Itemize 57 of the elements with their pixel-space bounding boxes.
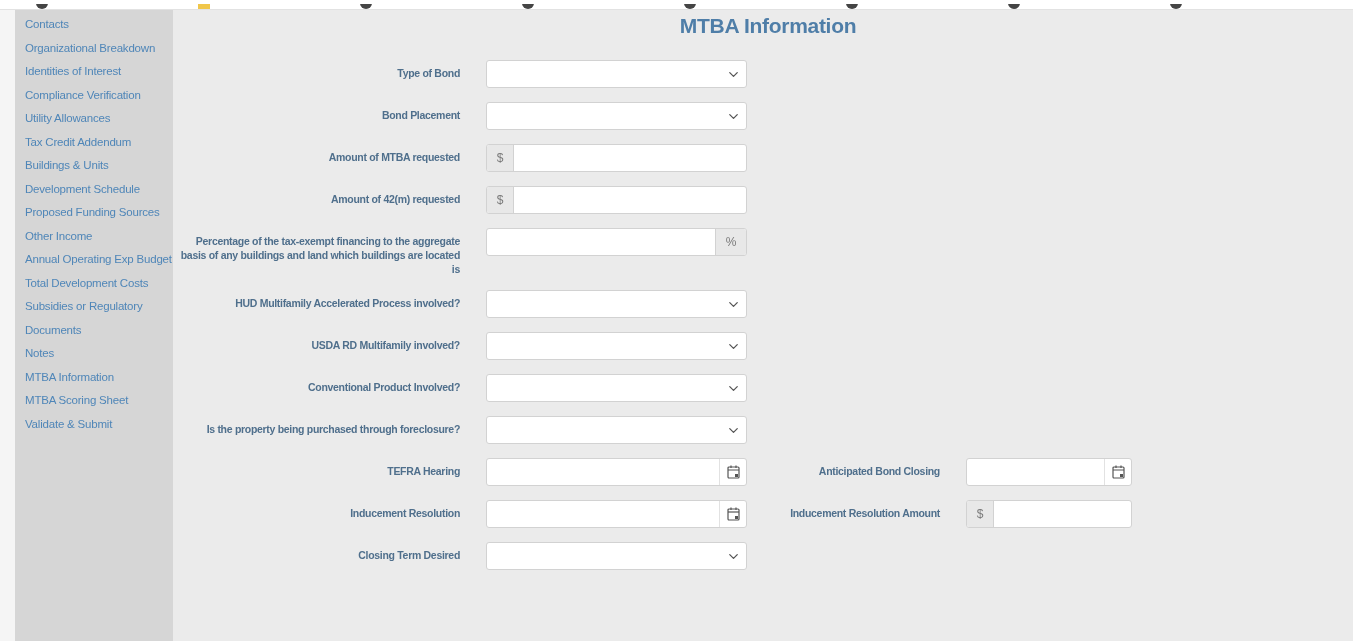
field-label: Amount of 42(m) requested — [330, 192, 460, 206]
calendar-icon — [1111, 465, 1125, 479]
field-label: Type of Bond — [396, 66, 460, 80]
bookmark-icon[interactable] — [1170, 4, 1182, 9]
field-label: Anticipated Bond Closing — [817, 464, 940, 478]
sidebar-link[interactable]: Subsidies or Regulatory — [15, 295, 173, 319]
sidebar-link[interactable]: Validate & Submit — [15, 412, 173, 436]
sidebar-link[interactable]: Contacts — [15, 13, 173, 37]
amount-field[interactable]: $ — [966, 500, 1132, 528]
field-label: Conventional Product Involved? — [307, 380, 460, 394]
bookmark-icon[interactable] — [846, 4, 858, 9]
field-label: TEFRA Hearing — [386, 464, 460, 478]
page-title: MTBA Information — [678, 14, 858, 38]
date-field[interactable] — [486, 458, 747, 486]
sidebar-link[interactable]: Utility Allowances — [15, 107, 173, 131]
sidebar-link[interactable]: Notes — [15, 342, 173, 366]
sidebar-link[interactable]: Tax Credit Addendum — [15, 130, 173, 154]
select-field[interactable] — [486, 332, 747, 360]
sidebar-link[interactable]: Proposed Funding Sources — [15, 201, 173, 225]
field-label: HUD Multifamily Accelerated Process involved? — [234, 296, 460, 310]
bookmark-icon[interactable] — [360, 4, 372, 9]
sidebar-link[interactable]: Annual Operating Exp Budget — [15, 248, 173, 272]
amount-field[interactable]: $ — [486, 186, 747, 214]
select-field[interactable] — [486, 374, 747, 402]
sidebar-link[interactable]: Total Development Costs — [15, 271, 173, 295]
field-label: Amount of MTBA requested — [327, 150, 460, 164]
select-field[interactable] — [486, 290, 747, 318]
date-field[interactable] — [966, 458, 1132, 486]
sidebar-link[interactable]: Development Schedule — [15, 177, 173, 201]
calendar-icon — [726, 465, 740, 479]
field-label: Inducement Resolution Amount — [789, 506, 940, 520]
sidebar-link[interactable]: MTBA Information — [15, 365, 173, 389]
select-field[interactable] — [486, 60, 747, 88]
bookmark-icon[interactable] — [1008, 4, 1020, 9]
field-label: Percentage of the tax-exempt financing to the aggregate basis of any buildings and land which buildings are located is — [180, 234, 460, 276]
bookmark-icon[interactable] — [522, 4, 534, 9]
sidebar-link[interactable]: Identities of Interest — [15, 60, 173, 84]
bookmark-icon[interactable] — [36, 4, 48, 9]
sidebar-link[interactable]: Documents — [15, 318, 173, 342]
amount-field[interactable]: $ — [486, 144, 747, 172]
select-field[interactable] — [486, 416, 747, 444]
select-field[interactable] — [486, 542, 747, 570]
bookmark-icon[interactable] — [684, 4, 696, 9]
select-field[interactable] — [486, 102, 747, 130]
sidebar-link[interactable]: Compliance Verification — [15, 83, 173, 107]
field-label: Inducement Resolution — [349, 506, 460, 520]
sidebar-link[interactable]: Buildings & Units — [15, 154, 173, 178]
field-label: Bond Placement — [380, 108, 460, 122]
field-label: USDA RD Multifamily involved? — [310, 338, 460, 352]
sidebar-link[interactable]: Organizational Breakdown — [15, 36, 173, 60]
field-label: Is the property being purchased through foreclosure? — [205, 422, 460, 436]
date-field[interactable] — [486, 500, 747, 528]
sidebar-link[interactable]: Other Income — [15, 224, 173, 248]
percent-field[interactable]: % — [486, 228, 747, 256]
sidebar-link[interactable]: MTBA Scoring Sheet — [15, 389, 173, 413]
field-label: Closing Term Desired — [357, 548, 460, 562]
calendar-icon — [726, 507, 740, 521]
